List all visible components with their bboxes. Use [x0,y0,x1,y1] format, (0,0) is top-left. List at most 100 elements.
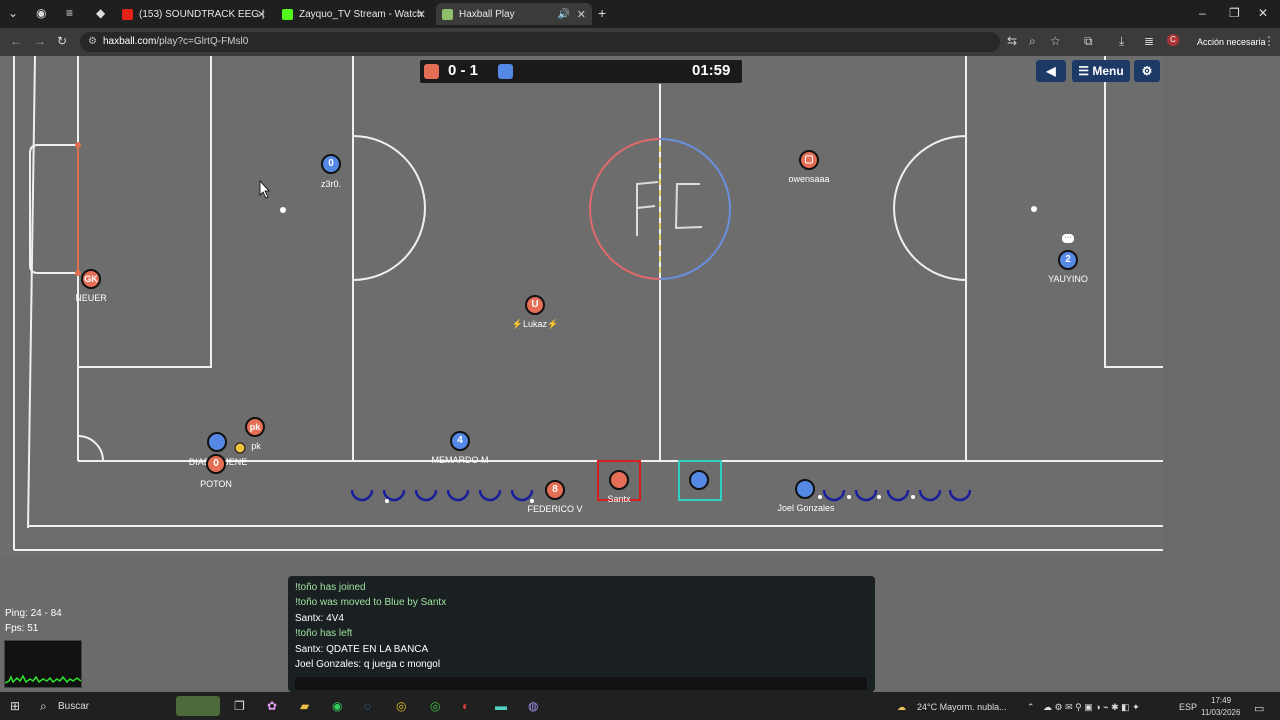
hamburger-icon: ☰ [1078,64,1093,78]
haxball-icon [442,8,453,20]
player-name: z3r0. [320,179,342,189]
language-indicator[interactable]: ESP [1179,702,1197,712]
media-icon[interactable]: ≣ [1144,34,1154,48]
game-clock: 01:59 [692,62,731,79]
player-disc: U [525,295,545,315]
player-name: owensaaa [788,174,830,184]
chat-message: !toño has joined [295,582,366,593]
search-highlight-icon[interactable] [176,696,220,716]
blue-team-icon [498,64,513,79]
site-info-icon[interactable]: ⚙ [88,36,97,47]
clock-date[interactable]: 11/03/2026 [1201,708,1240,717]
chat-message: Santx: 4V4 [295,613,344,624]
sound-toggle-button[interactable]: ◀ [1036,60,1066,82]
forward-icon[interactable]: → [34,34,46,48]
tab-soundtrack[interactable]: (153) SOUNDTRACK EEG | TROPA ✕ [116,3,272,25]
settings-button[interactable]: ⚙ [1134,60,1160,82]
clock-time[interactable]: 17:49 [1211,696,1231,705]
new-tab-icon[interactable]: + [598,5,606,21]
player-disc [207,432,227,452]
player-disc: 8 [545,480,565,500]
url-path: /play?c=GlrtQ-FMsl0 [156,36,249,47]
windows-start-icon[interactable]: ⊞ [10,699,20,713]
player-name: Santx [607,494,631,504]
layers-icon[interactable]: ≡ [66,6,73,20]
player-name: NEUER [75,293,107,303]
speaker-icon: ◀ [1046,64,1056,78]
translate-icon[interactable]: ⇆ [1007,34,1017,48]
player-disc [795,479,815,499]
player-name: POTON [200,479,232,489]
player-disc: 0 [206,454,226,474]
download-icon[interactable]: ⤓ [1119,34,1124,49]
fps-graph-plot [4,674,82,684]
extensions-icon[interactable]: ⧉ [1084,34,1093,49]
player-disc [689,470,709,490]
player-name: MEMARDO M [431,455,489,465]
gear-icon: ⚙ [1141,64,1153,78]
star-icon[interactable]: ☆ [1050,34,1061,48]
tray-chevron-icon[interactable]: ⌃ [1027,702,1035,713]
player-name: pk [251,441,261,451]
tray-icons[interactable]: ☁ ⚙ ✉ ⚲ ▣ ◑ ⌁ ✱ ◧ ✦ [1043,702,1140,713]
menu-label: Menu [1092,64,1124,78]
url-bar[interactable]: ⚙ haxball.com/play?c=GlrtQ-FMsl0 [80,32,1000,52]
weather-icon: ☁ [897,702,906,712]
close-icon[interactable]: ✕ [577,8,586,21]
action-needed-button[interactable]: Acción necesaria [1197,37,1266,47]
player-disc: pk [245,417,265,437]
search-icon[interactable]: ⌕ [40,699,47,714]
profile-avatar[interactable]: C [1167,34,1179,46]
close-window-icon[interactable]: ✕ [1258,6,1268,20]
reload-icon[interactable]: ↻ [57,34,67,48]
copilot-icon[interactable]: ✿ [267,699,277,713]
taskbar-search-label[interactable]: Buscar [58,701,89,712]
tab-title: (153) SOUNDTRACK EEG | TROPA [139,8,264,20]
extension-diamond-icon[interactable]: ◆ [96,6,105,20]
side-pane [1163,56,1280,692]
chat-input[interactable] [295,677,867,690]
fps-graph [4,640,82,688]
tab-search-icon[interactable]: ⌄ [8,6,18,20]
kick-icon [282,8,293,20]
speaker-icon[interactable]: 🔊 [558,9,570,20]
app-icon[interactable]: ◉ [36,6,46,20]
discord-icon[interactable]: ◍ [528,699,538,713]
chat-message: !toño was moved to Blue by Santx [295,597,447,608]
close-icon[interactable]: ✕ [417,8,426,21]
fps-readout: Fps: 51 [5,623,39,634]
ping-readout: Ping: 24 - 84 [5,608,62,619]
chat-message: !toño has left [295,628,353,639]
player-disc: 4 [450,431,470,451]
player-disc: 2 [1058,250,1078,270]
chat-message: Joel Gonzales: q juega c mongol [295,659,441,670]
file-explorer-icon[interactable]: ▰ [300,699,309,713]
media-app-icon[interactable]: ◐ [462,699,469,713]
tab-zayquo[interactable]: Zayquo_TV Stream - Watch Live ✕ [276,3,432,25]
menu-dots-icon[interactable]: ⋮ [1263,34,1275,48]
player-disc: GK [81,269,101,289]
maximize-icon[interactable]: ❐ [1229,6,1240,20]
weather-text[interactable]: 24°C Mayorm. nubla... [917,702,1007,712]
whatsapp-icon[interactable]: ◉ [332,699,342,713]
url-site: haxball.com [102,36,157,47]
player-name: FEDERICO V [527,504,583,514]
chat-message: Santx: QDATE EN LA BANCA [295,644,429,655]
edge-icon[interactable]: ◌ [364,699,371,713]
zoom-icon[interactable]: ⌕ [1029,34,1036,49]
tab-haxball[interactable]: Haxball Play 🔊 ✕ [436,3,592,25]
chrome-profile-icon[interactable]: ◎ [430,699,440,713]
chat-bubble-icon: ··· [1062,234,1074,243]
task-view-icon[interactable]: ❐ [234,699,245,713]
player-name: ⚡Lukaz⚡ [511,319,559,329]
chrome-icon[interactable]: ◎ [396,699,406,713]
player-disc: ▢ [799,150,819,170]
score: 0 - 1 [448,62,479,79]
close-icon[interactable]: ✕ [257,8,266,21]
minimize-icon[interactable]: – [1199,6,1206,20]
back-icon[interactable]: ← [10,34,22,48]
youtube-icon [122,8,133,20]
terminal-icon[interactable]: ▬ [495,699,507,713]
notifications-icon[interactable]: ▭ [1254,702,1264,715]
menu-button[interactable]: ☰ Menu [1072,60,1130,82]
